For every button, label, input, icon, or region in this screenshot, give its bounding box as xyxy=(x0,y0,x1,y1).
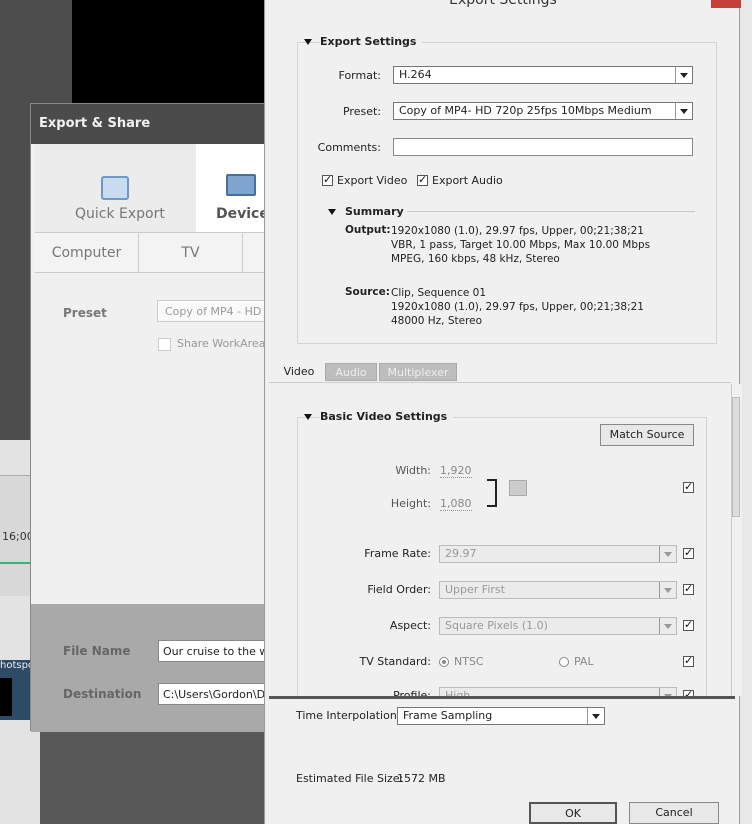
aspect-dropdown[interactable]: Square Pixels (1.0) xyxy=(439,617,677,635)
time-interpolation-dropdown[interactable]: Frame Sampling xyxy=(397,707,605,725)
export-share-title: Export & Share xyxy=(31,104,273,144)
ntsc-label: NTSC xyxy=(454,655,484,668)
source-line: 48000 Hz, Stereo xyxy=(391,315,483,327)
format-label: Format: xyxy=(338,69,381,82)
export-video-checkbox[interactable] xyxy=(322,173,333,186)
width-label: Width: xyxy=(395,464,431,477)
width-value[interactable]: 1,920 xyxy=(440,464,472,478)
link-bracket xyxy=(487,479,497,507)
export-share-footer xyxy=(31,604,273,732)
frame-rate-dropdown[interactable]: 29.97 xyxy=(439,545,677,563)
file-name-input[interactable]: Our cruise to the west xyxy=(158,640,278,662)
match-source-button[interactable]: Match Source xyxy=(600,424,694,446)
collapse-triangle-icon[interactable] xyxy=(304,39,312,45)
output-line: MPEG, 160 kbps, 48 kHz, Stereo xyxy=(391,253,560,265)
ok-button[interactable]: OK xyxy=(529,802,617,824)
destination-label: Destination xyxy=(63,687,142,701)
summary-header: Summary xyxy=(345,205,404,218)
tab-multiplexer[interactable]: Multiplexer xyxy=(379,363,457,381)
time-interpolation-label: Time Interpolation: xyxy=(296,709,401,722)
tab-video[interactable]: Video xyxy=(279,363,319,381)
frame-rate-value: 29.97 xyxy=(445,547,477,560)
tv-standard-checkbox[interactable] xyxy=(683,654,694,667)
tab-label: Quick Export xyxy=(75,206,165,222)
subtab-computer[interactable]: Computer xyxy=(35,232,139,273)
tab-audio[interactable]: Audio xyxy=(325,363,377,381)
field-order-dropdown[interactable]: Upper First xyxy=(439,581,677,599)
tab-quick-export[interactable]: Quick Export xyxy=(35,144,197,232)
file-name-label: File Name xyxy=(63,644,131,658)
collapse-triangle-icon[interactable] xyxy=(304,414,312,420)
tv-standard-label: TV Standard: xyxy=(359,655,432,668)
share-workarea-checkbox[interactable] xyxy=(158,338,171,351)
scrollbar-thumb[interactable] xyxy=(732,397,740,517)
subtab-tv[interactable]: TV xyxy=(139,232,243,273)
aspect-label: Aspect: xyxy=(389,619,431,632)
preset-label: Preset: xyxy=(342,105,381,118)
timeline-timecode: 16;00 xyxy=(2,530,34,543)
export-settings-group xyxy=(297,42,717,344)
file-size-label: Estimated File Size: xyxy=(296,772,404,785)
section-header: Export Settings xyxy=(320,35,423,48)
destination-input[interactable]: C:\Users\Gordon\Desktop xyxy=(158,683,278,705)
aspect-checkbox[interactable] xyxy=(683,618,694,631)
cancel-button[interactable]: Cancel xyxy=(629,802,719,824)
format-value: H.264 xyxy=(399,68,432,81)
frame-rate-checkbox[interactable] xyxy=(683,546,694,559)
export-audio-label: Export Audio xyxy=(432,174,503,187)
close-button[interactable] xyxy=(711,0,741,8)
ntsc-radio[interactable] xyxy=(439,657,449,667)
source-line: Clip, Sequence 01 xyxy=(391,287,486,299)
collapse-triangle-icon[interactable] xyxy=(328,209,336,215)
time-interpolation-value: Frame Sampling xyxy=(403,709,493,722)
export-audio-checkbox[interactable] xyxy=(417,173,428,186)
field-order-label: Field Order: xyxy=(367,583,431,596)
field-order-checkbox[interactable] xyxy=(683,582,694,595)
export-share-dialog: Export & Share Quick Export Devices Comp… xyxy=(30,103,316,732)
frame-rate-label: Frame Rate: xyxy=(364,547,431,560)
preset-label: Preset xyxy=(63,306,107,320)
devices-icon xyxy=(226,174,256,196)
source-line: 1920x1080 (1.0), 29.97 fps, Upper, 00;21… xyxy=(391,301,644,313)
divider xyxy=(269,696,735,699)
section-header: Basic Video Settings xyxy=(320,410,454,423)
comments-label: Comments: xyxy=(317,141,381,154)
preset-dropdown[interactable]: Copy of MP4- HD 720p 25fps 10Mbps Medium xyxy=(393,102,693,120)
export-video-label: Export Video xyxy=(337,174,408,187)
pal-label: PAL xyxy=(574,655,594,668)
dimensions-checkbox[interactable] xyxy=(683,480,694,493)
file-size-value: 1572 MB xyxy=(397,772,446,785)
video-settings-panel: Basic Video Settings Match Source Width:… xyxy=(269,382,731,697)
chain-link-icon[interactable] xyxy=(509,480,527,496)
tab-devices[interactable]: Devices xyxy=(196,144,277,232)
dialog-title: Export Settings xyxy=(449,0,557,8)
comments-input[interactable] xyxy=(393,138,693,156)
source-label: Source: xyxy=(345,286,390,298)
timeline-render-bar xyxy=(0,562,30,564)
height-label: Height: xyxy=(390,497,431,510)
chevron-down-icon xyxy=(659,546,676,562)
aspect-value: Square Pixels (1.0) xyxy=(445,619,548,632)
output-line: 1920x1080 (1.0), 29.97 fps, Upper, 00;21… xyxy=(391,225,644,237)
preset-value: Copy of MP4- HD 720p 25fps 10Mbps Medium xyxy=(399,104,652,117)
field-order-value: Upper First xyxy=(445,583,505,596)
format-dropdown[interactable]: H.264 xyxy=(393,66,693,84)
chevron-down-icon xyxy=(675,67,692,83)
chevron-down-icon xyxy=(675,103,692,119)
clip-thumbnail xyxy=(0,678,12,716)
clip-label: hotspo xyxy=(0,660,35,671)
chevron-down-icon xyxy=(659,618,676,634)
output-label: Output: xyxy=(345,224,391,236)
chevron-down-icon xyxy=(659,582,676,598)
chevron-down-icon xyxy=(587,708,604,724)
divider xyxy=(407,211,695,212)
output-line: VBR, 1 pass, Target 10.00 Mbps, Max 10.0… xyxy=(391,239,651,251)
export-settings-dialog: Export Settings Export Settings Format: … xyxy=(264,0,742,824)
height-value[interactable]: 1,080 xyxy=(440,497,472,511)
video-preview xyxy=(72,0,272,103)
preset-dropdown[interactable]: Copy of MP4 - HD 720p 25fps 10Mbps Mediu… xyxy=(157,300,277,322)
quick-export-icon xyxy=(101,176,129,200)
pal-radio[interactable] xyxy=(559,657,569,667)
